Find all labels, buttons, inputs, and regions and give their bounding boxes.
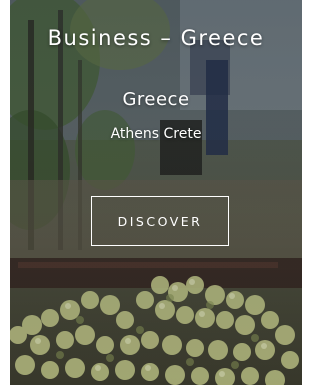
discover-button[interactable]: DISCOVER [91, 196, 229, 246]
hero-country: Greece [122, 89, 190, 110]
hero-card: Business – Greece Greece Athens Crete DI… [10, 0, 302, 385]
hero-title: Business – Greece [47, 26, 265, 50]
hero-cities: Athens Crete [110, 126, 202, 142]
image-overlay [10, 0, 302, 385]
